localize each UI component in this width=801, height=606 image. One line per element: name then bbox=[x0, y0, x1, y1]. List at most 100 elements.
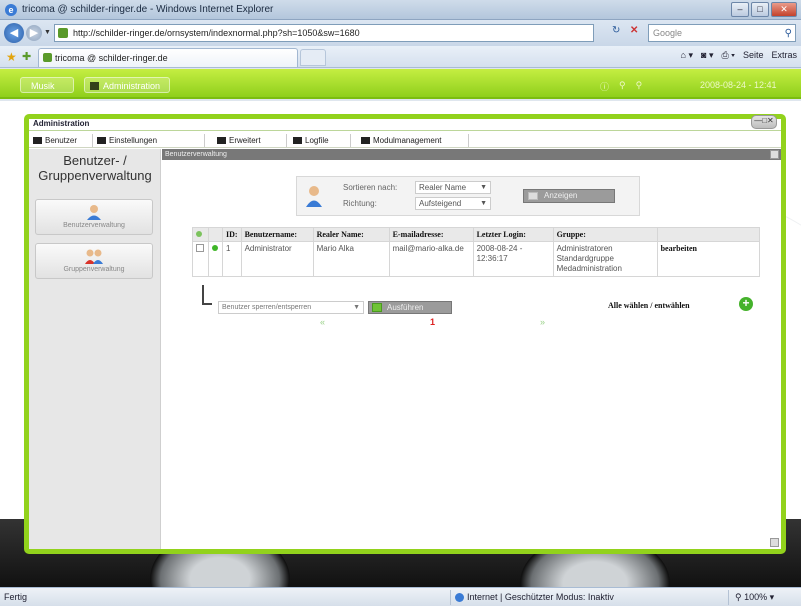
sort-select[interactable]: Realer Name ▼ bbox=[415, 181, 491, 194]
header-status-col bbox=[208, 227, 223, 242]
pager-prev[interactable]: « bbox=[320, 317, 325, 327]
row-groups: Administratoren Standardgruppe Medadmini… bbox=[552, 241, 658, 277]
app-datetime: 2008-08-24 - 12:41 bbox=[700, 80, 777, 90]
menu-label: Einstellungen bbox=[109, 136, 158, 145]
execute-glyph-icon bbox=[372, 303, 382, 312]
info-icon[interactable]: ⓘ bbox=[600, 80, 609, 93]
page-menu[interactable]: Seite bbox=[743, 50, 764, 61]
collapse-button[interactable] bbox=[770, 150, 779, 159]
menu-label: Erweitert bbox=[229, 136, 261, 145]
zoom-level[interactable]: ⚲ 100% ▾ bbox=[735, 592, 774, 603]
command-bar: ⌂ ▾ ◙ ▾ ⎙ ▾ Seite Extras bbox=[681, 50, 797, 61]
menu-square-icon bbox=[33, 137, 42, 144]
menu-benutzer[interactable]: Benutzer bbox=[31, 134, 93, 147]
direction-select[interactable]: Aufsteigend ▼ bbox=[415, 197, 491, 210]
row-status-cell bbox=[208, 241, 223, 277]
search-icon[interactable]: ⚲ bbox=[785, 26, 792, 42]
admin-window-header: Administration —□✕ bbox=[29, 115, 781, 131]
history-dropdown-icon[interactable]: ▼ bbox=[44, 29, 51, 36]
header-id: ID: bbox=[222, 227, 242, 242]
back-button[interactable]: ◀ bbox=[4, 23, 24, 43]
admin-content: Benutzerverwaltung Sortieren nach: Reale… bbox=[162, 149, 781, 549]
home-icon[interactable]: ⌂ ▾ bbox=[681, 50, 693, 61]
sidebar-item-benutzerverwaltung[interactable]: Benutzerverwaltung bbox=[35, 199, 153, 235]
header-email: E-mailadresse: bbox=[388, 227, 474, 242]
feeds-icon[interactable]: ◙ ▾ bbox=[701, 50, 713, 61]
row-checkbox-cell bbox=[192, 241, 209, 277]
show-button[interactable]: Anzeigen bbox=[523, 189, 615, 203]
button-glyph-icon bbox=[528, 192, 538, 200]
sidebar-item-gruppenverwaltung[interactable]: Gruppenverwaltung bbox=[35, 243, 153, 279]
direction-select-value: Aufsteigend bbox=[419, 199, 462, 208]
menu-square-icon bbox=[97, 137, 106, 144]
browser-tab[interactable]: tricoma @ schilder-ringer.de bbox=[38, 48, 298, 67]
row-email: mail@mario-alka.de bbox=[388, 241, 474, 277]
address-bar-row: ◀ ▶ ▼ http://schilder-ringer.de/ornsyste… bbox=[0, 20, 801, 46]
row-edit-cell: bearbeiten bbox=[656, 241, 761, 277]
status-divider bbox=[728, 590, 729, 605]
close-window-button[interactable]: ✕ bbox=[771, 2, 797, 17]
header-realname: Realer Name: bbox=[312, 227, 390, 242]
menu-einstellungen[interactable]: Einstellungen bbox=[95, 134, 205, 147]
menu-modulmanagement[interactable]: Modulmanagement bbox=[359, 134, 469, 147]
admin-square-icon bbox=[90, 82, 99, 90]
menu-square-icon bbox=[293, 137, 302, 144]
sidebar-item-label: Benutzerverwaltung bbox=[63, 222, 125, 229]
app-tab-music[interactable]: Musik bbox=[20, 77, 74, 93]
user-icon bbox=[306, 186, 322, 207]
header-action bbox=[656, 227, 761, 242]
search-placeholder: Google bbox=[653, 28, 683, 38]
status-text: Fertig bbox=[4, 592, 28, 602]
execute-button[interactable]: Ausführen bbox=[368, 301, 452, 314]
internet-globe-icon bbox=[455, 593, 464, 602]
row-username: Administrator bbox=[240, 241, 314, 277]
row-checkbox[interactable] bbox=[196, 244, 204, 252]
menu-erweitert[interactable]: Erweitert bbox=[215, 134, 287, 147]
bulk-action-select[interactable]: Benutzer sperren/entsperren ▼ bbox=[218, 301, 364, 314]
add-user-icon[interactable]: + bbox=[739, 297, 753, 311]
window-controls: – □ ✕ bbox=[731, 2, 797, 17]
refresh-icon[interactable]: ↻ bbox=[612, 25, 620, 36]
menu-label: Logfile bbox=[305, 136, 329, 145]
sidebar-title: Benutzer- / Gruppenverwaltung bbox=[38, 153, 152, 183]
search-app-icon[interactable]: ⚲ bbox=[636, 80, 643, 93]
print-icon[interactable]: ⎙ ▾ bbox=[721, 50, 734, 61]
stop-icon[interactable]: ✕ bbox=[630, 25, 638, 36]
window-title: tricoma @ schilder-ringer.de - Windows I… bbox=[22, 4, 274, 15]
app-tab-administration-label: Administration bbox=[103, 81, 161, 91]
admin-close-button[interactable]: —□✕ bbox=[751, 115, 777, 129]
new-tab-button[interactable] bbox=[300, 49, 326, 66]
address-input[interactable]: http://schilder-ringer.de/ornsystem/inde… bbox=[54, 24, 594, 42]
site-favicon-icon bbox=[58, 28, 68, 38]
sort-label: Sortieren nach: bbox=[343, 183, 398, 192]
chevron-down-icon: ▼ bbox=[480, 200, 487, 207]
add-favorites-icon[interactable]: ✚ bbox=[22, 50, 31, 63]
pager-next[interactable]: » bbox=[540, 317, 545, 327]
tools-menu[interactable]: Extras bbox=[771, 50, 797, 61]
scroll-down-button[interactable] bbox=[770, 538, 779, 547]
minimize-button[interactable]: – bbox=[731, 2, 749, 17]
menu-label: Modulmanagement bbox=[373, 136, 442, 145]
user-icon bbox=[87, 205, 101, 220]
app-tab-administration[interactable]: Administration bbox=[84, 77, 170, 93]
menu-logfile[interactable]: Logfile bbox=[291, 134, 351, 147]
admin-sidebar: Benutzer- / Gruppenverwaltung Benutzerve… bbox=[29, 149, 161, 549]
header-username: Benutzername: bbox=[240, 227, 314, 242]
sort-panel: Sortieren nach: Realer Name ▼ Richtung: A… bbox=[296, 176, 640, 216]
header-last-login: Letzter Login: bbox=[472, 227, 554, 242]
favorites-star-icon[interactable]: ★ bbox=[6, 50, 17, 64]
row-realname: Mario Alka bbox=[312, 241, 390, 277]
pager-current[interactable]: 1 bbox=[430, 317, 435, 327]
ie-logo-icon: e bbox=[5, 4, 17, 16]
admin-window: Administration —□✕ Benutzer Einstellunge… bbox=[24, 114, 786, 554]
security-zone[interactable]: Internet | Geschützter Modus: Inaktiv bbox=[455, 592, 614, 602]
sidebar-item-label: Gruppenverwaltung bbox=[63, 266, 125, 273]
tab-title: tricoma @ schilder-ringer.de bbox=[55, 53, 168, 63]
edit-link[interactable]: bearbeiten bbox=[661, 244, 697, 253]
select-all-link[interactable]: Alle wählen / entwählen bbox=[608, 301, 690, 310]
maximize-button[interactable]: □ bbox=[751, 2, 769, 17]
forward-button[interactable]: ▶ bbox=[26, 25, 42, 41]
search-input[interactable]: Google ⚲ bbox=[648, 24, 796, 42]
pin-icon[interactable]: ⚲ bbox=[619, 80, 626, 93]
header-select-col bbox=[192, 227, 209, 242]
